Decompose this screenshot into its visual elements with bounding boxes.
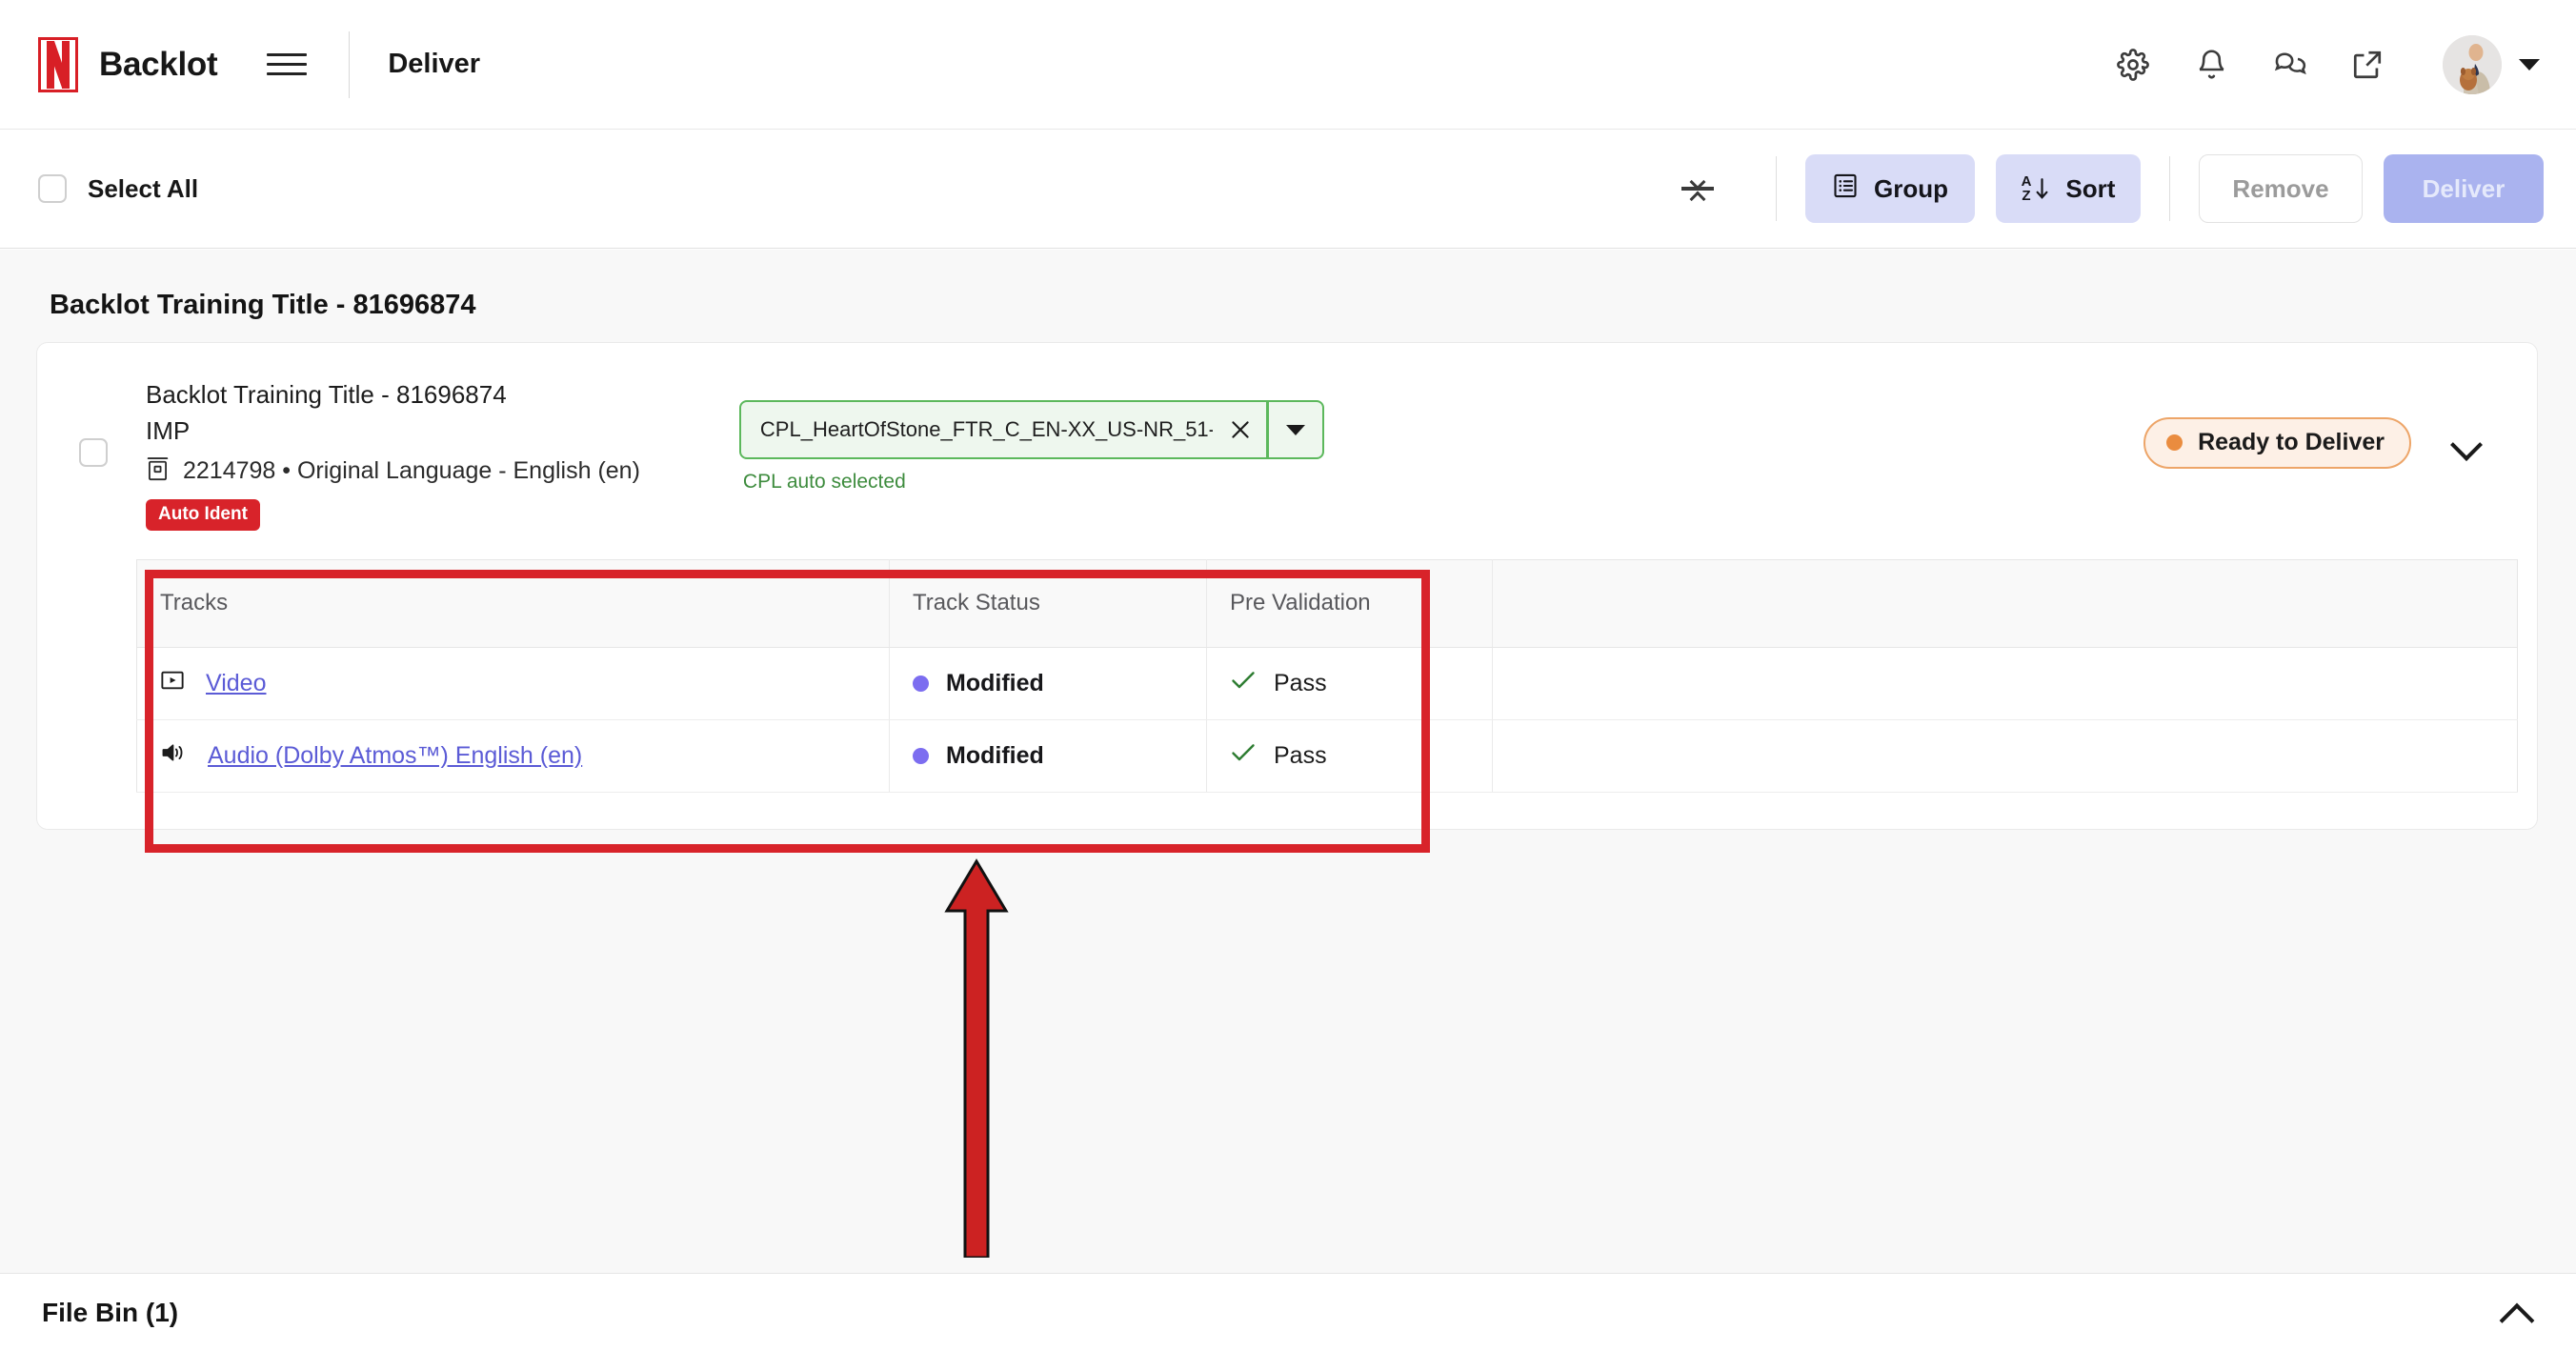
tracks-table-head: Tracks Track Status Pre Validation bbox=[136, 559, 2518, 648]
status-dot-icon bbox=[2166, 434, 2184, 451]
group-button[interactable]: Group bbox=[1805, 154, 1975, 223]
track-status-cell: Modified bbox=[889, 647, 1207, 720]
page-title: Deliver bbox=[388, 49, 481, 79]
chevron-up-glyph bbox=[1691, 193, 1705, 201]
bell-icon[interactable] bbox=[2193, 47, 2229, 83]
table-row: Video Modified Pass bbox=[136, 647, 2518, 720]
user-menu[interactable] bbox=[2443, 34, 2540, 94]
tracks-header-row: Tracks Track Status Pre Validation bbox=[136, 559, 2518, 648]
hamburger-line bbox=[267, 72, 308, 75]
track-status-cell: Modified bbox=[889, 719, 1207, 793]
track-name-cell: Video bbox=[136, 647, 890, 720]
group-button-label: Group bbox=[1874, 173, 1948, 203]
package-icon bbox=[146, 455, 170, 488]
track-status-text: Modified bbox=[946, 741, 1044, 769]
asset-metadata: Backlot Training Title - 81696874 IMP 22… bbox=[108, 377, 640, 531]
track-link[interactable]: Audio (Dolby Atmos™) English (en) bbox=[208, 742, 582, 770]
column-header-tracks: Tracks bbox=[136, 559, 890, 648]
deliver-button[interactable]: Deliver bbox=[2384, 154, 2544, 223]
select-all-control[interactable]: Select All bbox=[38, 174, 198, 204]
chevron-up-icon[interactable] bbox=[2500, 1302, 2536, 1323]
close-icon[interactable] bbox=[1215, 417, 1266, 442]
hamburger-line bbox=[267, 53, 308, 56]
netflix-n-logo-icon bbox=[38, 36, 78, 92]
nav-divider bbox=[349, 30, 351, 98]
cpl-select-field[interactable] bbox=[738, 400, 1324, 459]
avatar bbox=[2443, 34, 2502, 94]
status-dot-icon bbox=[913, 675, 929, 692]
select-all-checkbox[interactable] bbox=[38, 174, 67, 203]
video-icon bbox=[160, 669, 185, 698]
brand-area[interactable]: Backlot bbox=[38, 36, 218, 92]
toolbar-divider bbox=[2169, 156, 2170, 221]
asset-id-text: 2214798 • Original Language - English (e… bbox=[183, 457, 640, 485]
status-badge-label: Ready to Deliver bbox=[2198, 429, 2385, 455]
gear-icon[interactable] bbox=[2115, 47, 2151, 83]
file-bin-bar[interactable]: File Bin (1) bbox=[0, 1273, 2576, 1351]
pre-validation-text: Pass bbox=[1274, 669, 1327, 696]
column-header-spacer bbox=[1492, 559, 2518, 648]
asset-card-header: Backlot Training Title - 81696874 IMP 22… bbox=[37, 343, 2537, 531]
row-spacer-cell bbox=[1492, 719, 2518, 793]
group-heading: Backlot Training Title - 81696874 bbox=[50, 290, 476, 320]
top-navigation-bar: Backlot Deliver bbox=[0, 0, 2576, 130]
main-content: Backlot Training Title - 81696874 Backlo… bbox=[0, 250, 2576, 1273]
asset-checkbox-cell bbox=[37, 377, 108, 467]
check-icon bbox=[1230, 669, 1257, 698]
pre-validation-cell: Pass bbox=[1206, 647, 1493, 720]
remove-button[interactable]: Remove bbox=[2199, 154, 2363, 223]
tracks-table-wrapper: Tracks Track Status Pre Validation Video… bbox=[37, 531, 2537, 793]
caret-down-icon bbox=[1285, 424, 1305, 435]
auto-ident-badge: Auto Ident bbox=[146, 498, 260, 531]
action-toolbar: Select All Group A Z Sort Remove Deliver bbox=[0, 130, 2576, 249]
status-badge[interactable]: Ready to Deliver bbox=[2143, 417, 2411, 469]
column-header-pre-validation: Pre Validation bbox=[1206, 559, 1493, 648]
track-status-text: Modified bbox=[946, 669, 1044, 696]
asset-title: Backlot Training Title - 81696874 bbox=[146, 380, 507, 409]
check-icon bbox=[1230, 741, 1257, 771]
external-link-icon[interactable] bbox=[2349, 47, 2385, 83]
collapse-all-icon[interactable] bbox=[1673, 164, 1722, 213]
toolbar-actions: Group A Z Sort Remove Deliver bbox=[1673, 154, 2544, 223]
column-header-track-status: Track Status bbox=[889, 559, 1207, 648]
asset-card: Backlot Training Title - 81696874 IMP 22… bbox=[36, 342, 2538, 830]
row-spacer-cell bbox=[1492, 647, 2518, 720]
sort-button-label: Sort bbox=[2065, 173, 2116, 203]
cpl-dropdown-toggle[interactable] bbox=[1269, 424, 1322, 435]
tracks-table-body: Video Modified Pass Audio (Dolby Atmos™)… bbox=[136, 647, 2518, 793]
asset-status-area: Ready to Deliver bbox=[2143, 377, 2537, 469]
audio-speaker-icon bbox=[160, 741, 187, 771]
sort-letter-z: Z bbox=[2022, 188, 2031, 204]
select-all-label: Select All bbox=[88, 173, 199, 203]
tracks-table: Tracks Track Status Pre Validation Video… bbox=[136, 558, 2518, 793]
asset-id-line: 2214798 • Original Language - English (e… bbox=[146, 455, 640, 488]
sort-az-icon: A Z bbox=[2022, 174, 2051, 203]
brand-name: Backlot bbox=[99, 45, 218, 83]
pre-validation-text: Pass bbox=[1274, 741, 1327, 769]
table-row: Audio (Dolby Atmos™) English (en) Modifi… bbox=[136, 719, 2518, 793]
chevron-down-icon[interactable] bbox=[2451, 434, 2484, 453]
hamburger-menu-icon[interactable] bbox=[267, 45, 308, 85]
sort-letter-a: A bbox=[2021, 173, 2032, 190]
chevron-down-glyph bbox=[1691, 176, 1705, 184]
track-link[interactable]: Video bbox=[206, 670, 267, 697]
chat-icon[interactable] bbox=[2271, 47, 2307, 83]
chevron-down-icon[interactable] bbox=[2519, 58, 2540, 71]
toolbar-divider bbox=[1776, 156, 1777, 221]
sort-button[interactable]: A Z Sort bbox=[1996, 154, 2141, 223]
nav-actions bbox=[2115, 34, 2540, 94]
pre-validation-cell: Pass bbox=[1206, 719, 1493, 793]
list-icon bbox=[1832, 172, 1859, 206]
status-dot-icon bbox=[913, 747, 929, 764]
cpl-input[interactable] bbox=[740, 416, 1216, 443]
hamburger-line bbox=[267, 63, 308, 66]
cpl-helper-text: CPL auto selected bbox=[742, 471, 906, 493]
cpl-selector-block: CPL auto selected bbox=[738, 377, 1324, 494]
asset-checkbox[interactable] bbox=[79, 438, 108, 467]
track-name-cell: Audio (Dolby Atmos™) English (en) bbox=[136, 719, 890, 793]
file-bin-title: File Bin (1) bbox=[42, 1297, 179, 1327]
asset-type: IMP bbox=[146, 415, 191, 445]
